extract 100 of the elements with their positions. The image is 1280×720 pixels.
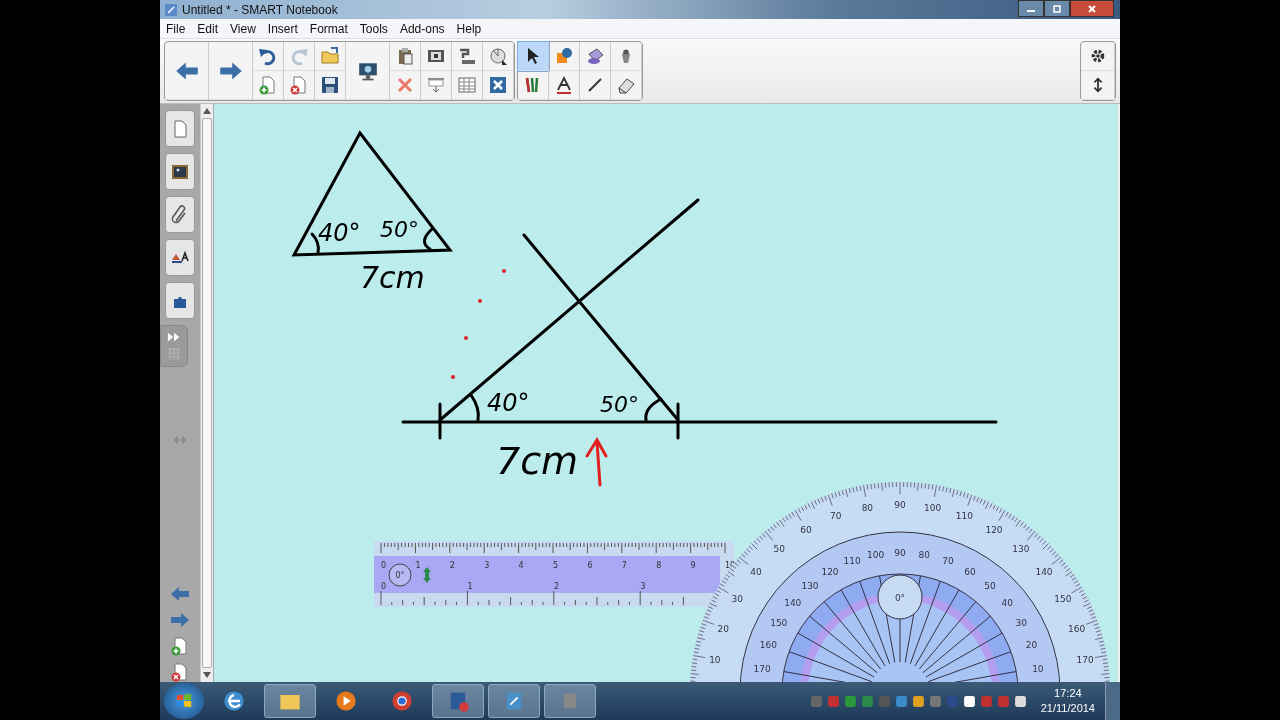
minimize-button[interactable] [1018,0,1044,17]
cursor-tool[interactable] [518,42,549,71]
menu-item[interactable]: Edit [191,21,225,36]
protractor-number: 170 [753,663,771,674]
eraser-tool[interactable] [611,71,642,100]
pens-tool[interactable] [518,71,549,100]
screen-shade-icon [426,75,446,95]
protractor-number: 150 [770,618,788,628]
properties-tab[interactable] [165,239,195,276]
menu-item[interactable]: Insert [261,21,304,36]
clock-time: 17:24 [1054,686,1082,701]
undo-icon [258,46,278,66]
undo-button[interactable] [253,42,284,71]
folder-button[interactable] [315,42,346,71]
protractor-number: 120 [821,566,839,577]
start-button[interactable] [164,683,204,719]
add-page-button[interactable] [170,636,190,656]
menu-item[interactable]: Tools [353,21,394,36]
protractor-number: 80 [918,550,931,561]
page-sorter-tab[interactable] [165,110,195,147]
ruler-drawing[interactable] [374,541,734,607]
scrollbar-thumb[interactable] [202,118,212,668]
ruler-number: 2 [554,582,560,591]
scrollbar[interactable] [200,104,213,682]
measurement-tools-button[interactable] [483,42,514,71]
restore-icon [1052,3,1062,14]
protractor-number: 140 [1035,567,1053,578]
delete-page-icon [170,662,190,682]
ruler-number: 3 [640,582,646,591]
line-tool[interactable] [580,71,611,100]
protractor-number: 160 [1068,623,1086,634]
attachments-tab[interactable] [165,196,195,233]
screen-shade-button[interactable] [421,71,452,100]
protractor-number: 30 [731,594,743,604]
media-player-icon [334,689,358,713]
clipboard-button[interactable] [390,42,421,71]
protractor-number: 50 [773,544,785,554]
protractor-number: 110 [843,556,861,567]
protractor-number: 150 [1054,594,1072,604]
save-button[interactable] [315,71,346,100]
ruler-number: 7 [621,561,627,570]
protractor-number: 90 [894,500,906,510]
protractor-number: 60 [800,525,812,536]
ruler-number: 9 [690,561,696,570]
close-button[interactable] [1070,0,1114,17]
magic-pen-tool[interactable] [611,42,642,71]
tray-icon[interactable] [911,694,925,708]
browser-icon [222,689,246,713]
protractor-number: 130 [1012,544,1030,554]
expand-tab[interactable] [160,325,188,367]
arrow-drawing [585,437,608,487]
protractor-angle: 0° [894,593,906,603]
protractor-number: 170 [1076,655,1094,666]
toolbar-position-button[interactable] [1081,71,1115,100]
back-arrow-button[interactable] [165,42,209,100]
windows-logo-icon [175,692,193,710]
shapes-tool[interactable] [549,42,580,71]
gallery-tab[interactable] [165,153,195,190]
rotation-dial[interactable] [388,563,412,587]
add-page-button[interactable] [253,71,284,100]
save-icon [320,75,340,95]
fill-tool[interactable] [580,42,611,71]
menu-item[interactable]: View [224,21,262,36]
protractor-number: 90 [894,548,906,558]
close-icon [1087,3,1097,14]
tray-icon[interactable] [962,694,976,708]
protractor-number: 160 [759,640,778,651]
protractor-number: 70 [829,511,842,522]
protractor-number: 140 [784,598,802,608]
document-camera-button[interactable] [452,42,483,71]
back-arrow-icon [169,584,191,604]
ruler-number: 1 [467,582,473,591]
double-arrow-icon [167,332,181,342]
move-handle-icon[interactable] [423,567,431,583]
display-button[interactable] [346,42,390,100]
handwritten-label: 40° [318,219,361,247]
add-ons-tab[interactable] [165,282,195,319]
tray-icon[interactable] [1013,694,1027,708]
protractor-number: 80 [861,502,874,513]
forward-arrow-button[interactable] [209,42,253,100]
delete-page-icon [289,75,309,95]
menu-item[interactable]: Add-ons [393,21,451,36]
delete-page-button[interactable] [284,71,315,100]
scroll-down-icon [203,672,211,678]
forward-arrow-icon [169,610,191,630]
ruler-number: 2 [449,561,455,570]
ruler-angle: 0° [395,571,405,580]
protractor-number: 30 [1015,618,1027,628]
dot-mark [502,269,506,273]
text-tool-tool[interactable] [549,71,580,100]
delete-page-button[interactable] [170,662,190,682]
ruler-number: 0 [381,582,387,591]
menu-item[interactable]: File [160,21,192,36]
screen-capture-button[interactable] [421,42,452,71]
menu-item[interactable]: Help [450,21,488,36]
menu-item[interactable]: Format [303,21,354,36]
dot-mark [464,336,468,340]
restore-button[interactable] [1044,0,1070,17]
settings-button[interactable] [1081,42,1115,71]
protractor-number: 100 [867,550,885,561]
